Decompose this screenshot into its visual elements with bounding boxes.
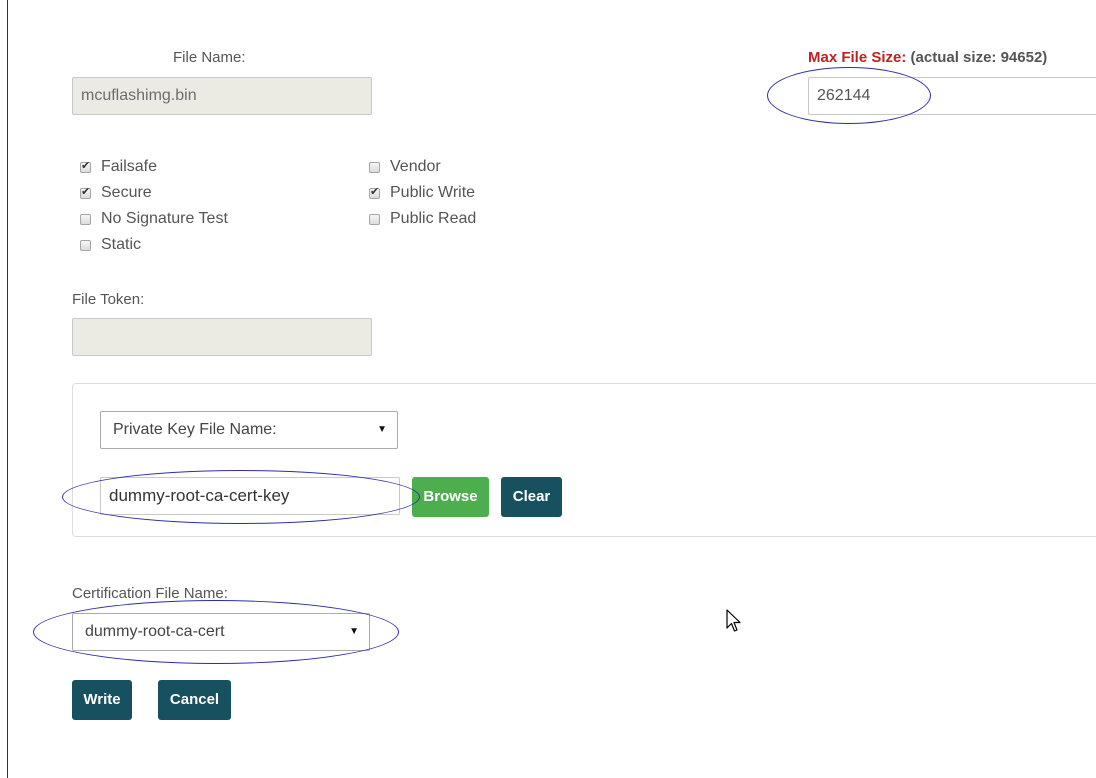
private-key-file-input[interactable] <box>100 477 400 515</box>
write-button[interactable]: Write <box>72 680 132 720</box>
checkbox-icon[interactable] <box>80 159 91 173</box>
static-checkbox[interactable]: Static <box>80 236 141 254</box>
browse-button[interactable]: Browse <box>412 477 489 517</box>
failsafe-checkbox[interactable]: Failsafe <box>80 158 157 176</box>
vendor-label: Vendor <box>390 158 441 175</box>
secure-checkbox[interactable]: Secure <box>80 184 152 202</box>
dropdown-arrow-icon: ▼ <box>377 424 387 435</box>
left-border <box>7 0 8 778</box>
max-file-size-header: Max File Size: (actual size: 94652) <box>808 49 1047 66</box>
file-name-label: File Name: <box>173 49 246 66</box>
failsafe-label: Failsafe <box>101 158 158 175</box>
certification-label: Certification File Name: <box>72 585 228 602</box>
no-signature-test-label: No Signature Test <box>101 210 228 227</box>
max-file-size-input[interactable] <box>808 77 1096 115</box>
public-read-checkbox[interactable]: Public Read <box>369 210 476 228</box>
private-key-select[interactable]: Private Key File Name: ▼ <box>100 411 398 449</box>
certification-select-value: dummy-root-ca-cert <box>85 623 225 640</box>
actual-size-text: (actual size: 94652) <box>910 49 1048 66</box>
static-label: Static <box>101 236 142 253</box>
public-write-label: Public Write <box>390 184 476 201</box>
checkbox-icon[interactable] <box>369 185 380 199</box>
file-token-label: File Token: <box>72 291 145 308</box>
vendor-checkbox[interactable]: Vendor <box>369 158 441 176</box>
file-name-input <box>72 77 372 115</box>
certification-select[interactable]: dummy-root-ca-cert ▼ <box>72 613 370 651</box>
checkbox-icon[interactable] <box>369 161 380 173</box>
secure-label: Secure <box>101 184 152 201</box>
public-write-checkbox[interactable]: Public Write <box>369 184 475 202</box>
clear-button[interactable]: Clear <box>501 477 562 517</box>
checkbox-icon[interactable] <box>80 185 91 199</box>
file-token-input <box>72 318 372 356</box>
checkbox-icon[interactable] <box>80 239 91 251</box>
dropdown-arrow-icon: ▼ <box>349 626 359 637</box>
private-key-select-label: Private Key File Name: <box>113 421 277 438</box>
no-signature-test-checkbox[interactable]: No Signature Test <box>80 210 228 228</box>
page: File Name: Max File Size: (actual size: … <box>0 0 1096 778</box>
mouse-pointer-icon <box>726 609 741 632</box>
checkbox-icon[interactable] <box>80 213 91 225</box>
cancel-button[interactable]: Cancel <box>158 680 231 720</box>
public-read-label: Public Read <box>390 210 477 227</box>
checkbox-icon[interactable] <box>369 213 380 225</box>
max-file-size-label: Max File Size: <box>808 49 907 66</box>
